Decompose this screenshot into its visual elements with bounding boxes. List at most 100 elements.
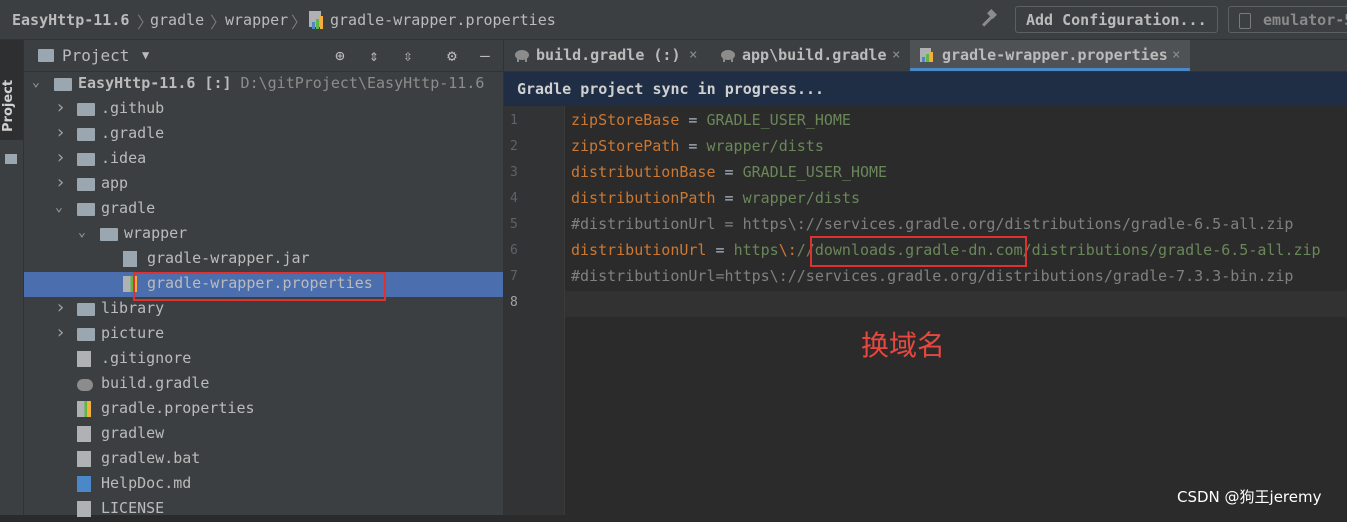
tree-item[interactable]: build.gradle [24, 372, 503, 397]
tree-item-text: .idea [101, 149, 147, 167]
close-icon[interactable]: × [1172, 47, 1180, 63]
tab-label: app\build.gradle [742, 46, 887, 64]
tree-item[interactable]: gradlew [24, 422, 503, 447]
current-line-highlight [565, 291, 1347, 317]
tree-item-text: gradle [101, 199, 156, 217]
chevron-right-icon: 〉 [210, 13, 227, 32]
device-selector[interactable]: emulator-5 [1228, 6, 1347, 33]
chevron-right-icon[interactable]: › [55, 122, 66, 143]
project-view-selector[interactable]: Project [62, 46, 129, 65]
watermark: CSDN @狗王jeremy [1177, 488, 1322, 506]
close-icon[interactable]: × [892, 47, 900, 63]
tree-item-text: app [101, 174, 129, 192]
tree-item[interactable]: HelpDoc.md [24, 472, 503, 497]
tree-item-label: gradle [101, 199, 155, 217]
device-label: emulator-5 [1263, 11, 1347, 29]
chevron-right-icon[interactable]: › [55, 297, 66, 318]
code-comment: #distributionUrl=https\://services.gradl… [571, 267, 1294, 285]
tree-item[interactable]: gradle.properties [24, 397, 503, 422]
tree-item-text: EasyHttp-11.6 [:] [78, 74, 232, 92]
chevron-down-icon[interactable]: ⌄ [32, 75, 40, 90]
property-value: GRADLE_USER_HOME [706, 111, 851, 129]
folder-icon [77, 178, 95, 191]
tool-window-stripe: Project [0, 40, 24, 515]
properties-file-icon [309, 11, 323, 29]
tree-item-label: app [101, 174, 128, 192]
tab-build-gradle[interactable]: build.gradle (:) × [504, 40, 710, 71]
tree-item[interactable]: gradle-wrapper.jar [24, 247, 503, 272]
tree-item[interactable]: › .idea [24, 147, 503, 172]
tree-item-label: library [101, 299, 164, 317]
close-icon[interactable]: × [689, 47, 697, 63]
tab-app-build-gradle[interactable]: app\build.gradle × [710, 40, 910, 71]
code-editor[interactable]: zipStoreBase = GRADLE_USER_HOME zipStore… [565, 106, 1347, 515]
folder-icon [5, 154, 17, 164]
tree-item[interactable]: › .github [24, 97, 503, 122]
folder-icon [100, 228, 118, 241]
jar-icon [123, 251, 137, 267]
equals-sign: = [679, 111, 707, 129]
chevron-down-icon[interactable]: ▼ [142, 48, 149, 62]
properties-icon [77, 401, 91, 417]
tree-item[interactable]: › .gradle [24, 122, 503, 147]
file-highlight-box [133, 272, 386, 301]
folder-icon [77, 203, 95, 216]
chevron-down-icon[interactable]: ⌄ [55, 200, 63, 215]
project-stripe-tab[interactable]: Project [0, 40, 23, 140]
locate-icon[interactable]: ⊕ [330, 46, 350, 66]
collapse-all-icon[interactable]: ⇳ [398, 46, 418, 66]
add-configuration-button[interactable]: Add Configuration... [1015, 6, 1218, 33]
breadcrumb-wrapper[interactable]: wrapper [225, 11, 288, 29]
line-number: 7 [510, 269, 518, 284]
domain-highlight-box [810, 236, 1027, 267]
equals-sign: = [679, 137, 707, 155]
tree-item-text: gradle.properties [101, 399, 255, 417]
chevron-right-icon[interactable]: › [55, 147, 66, 168]
tree-item-path: D:\gitProject\EasyHttp-11.6 [231, 74, 485, 92]
tree-item[interactable]: › app [24, 172, 503, 197]
minimize-icon[interactable]: — [475, 46, 495, 66]
chevron-down-icon[interactable]: ⌄ [78, 225, 86, 240]
tree-item-text: gradle-wrapper.jar [147, 249, 310, 267]
sync-notification-banner: Gradle project sync in progress... [504, 72, 1347, 106]
breadcrumb-project[interactable]: EasyHttp-11.6 [12, 11, 129, 29]
expand-all-icon[interactable]: ⇕ [364, 46, 384, 66]
gitignore-icon [77, 351, 91, 367]
tree-item[interactable]: .gitignore [24, 347, 503, 372]
breadcrumb-file[interactable]: gradle-wrapper.properties [330, 11, 556, 29]
properties-file-icon [920, 48, 933, 62]
property-value: https [733, 241, 779, 259]
tab-label: build.gradle (:) [536, 46, 681, 64]
code-comment: #distributionUrl = https\://services.gra… [571, 215, 1294, 233]
tree-item[interactable]: ⌄ gradle [24, 197, 503, 222]
tree-item-label: wrapper [124, 224, 187, 242]
tree-item-text: build.gradle [101, 374, 210, 392]
tree-item-text: .gradle [101, 124, 165, 142]
tree-item[interactable]: gradlew.bat [24, 447, 503, 472]
tree-item-text: HelpDoc.md [101, 474, 192, 492]
code-line: zipStoreBase = GRADLE_USER_HOME [571, 111, 851, 129]
chevron-right-icon[interactable]: › [55, 97, 66, 118]
annotation-text: 换域名 [861, 329, 946, 362]
gear-icon[interactable]: ⚙ [442, 46, 462, 66]
code-line: distributionPath = wrapper/dists [571, 189, 860, 207]
tree-item-text: gradlew [101, 424, 165, 442]
tree-item[interactable]: ⌄ EasyHttp-11.6 [:] D:\gitProject\EasyHtt… [24, 72, 503, 97]
chevron-right-icon[interactable]: › [55, 322, 66, 343]
tree-item[interactable]: › picture [24, 322, 503, 347]
tree-item-label: .gitignore [101, 349, 191, 367]
breadcrumb-gradle[interactable]: gradle [150, 11, 204, 29]
property-key: zipStorePath [571, 137, 680, 155]
tree-item[interactable]: LICENSE [24, 497, 503, 522]
chevron-right-icon[interactable]: › [55, 172, 66, 193]
escape-sequence: \: [778, 241, 797, 259]
code-line: distributionBase = GRADLE_USER_HOME [571, 163, 887, 181]
tree-item-label: LICENSE [101, 499, 164, 517]
property-value: wrapper/dists [742, 189, 860, 207]
tab-gradle-wrapper-properties[interactable]: gradle-wrapper.properties × [910, 40, 1190, 71]
editor-tabs: build.gradle (:) × app\build.gradle × gr… [504, 40, 1347, 72]
shell-icon [77, 426, 91, 442]
build-hammer-icon[interactable] [978, 8, 1000, 30]
gradle-elephant-icon [721, 50, 735, 62]
tree-item[interactable]: ⌄ wrapper [24, 222, 503, 247]
